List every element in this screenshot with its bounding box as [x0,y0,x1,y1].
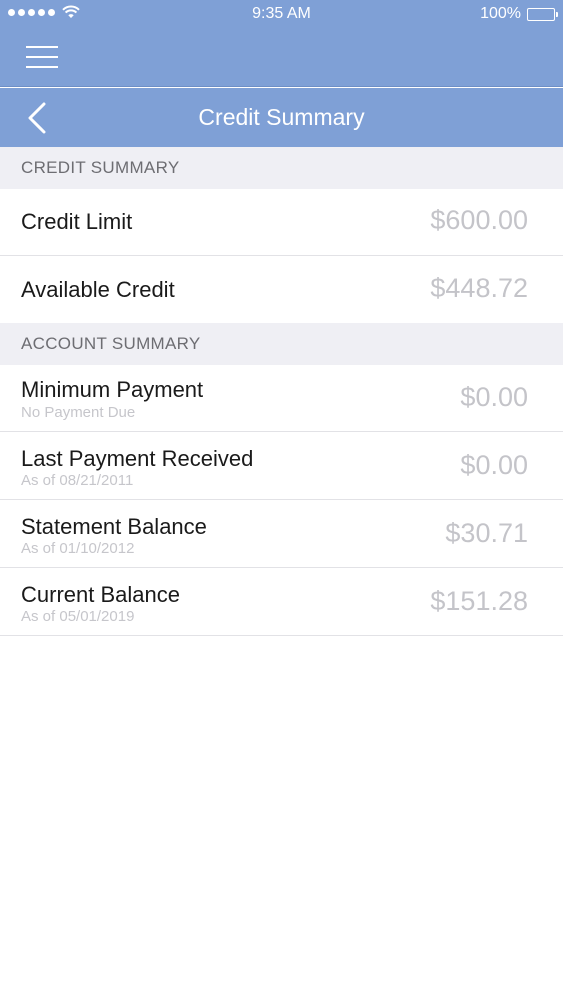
row-credit-limit[interactable]: Credit Limit $600.00 [0,189,563,256]
row-value: $0.00 [460,450,528,480]
row-minimum-payment[interactable]: Minimum Payment No Payment Due $0.00 [0,365,563,432]
row-value: $448.72 [430,273,528,303]
page-title: Credit Summary [198,104,365,130]
row-title: Statement Balance [21,514,207,539]
status-bar: 9:35 AM 100% [0,0,563,28]
section-header-account-summary: ACCOUNT SUMMARY [0,323,563,365]
row-subtitle: As of 05/01/2019 [21,608,135,625]
section-header-credit-summary: CREDIT SUMMARY [0,147,563,189]
row-value: $30.71 [445,518,528,548]
row-value: $600.00 [430,205,528,235]
row-last-payment-received[interactable]: Last Payment Received As of 08/21/2011 $… [0,432,563,500]
row-statement-balance[interactable]: Statement Balance As of 01/10/2012 $30.7… [0,500,563,568]
navigation-bar: Credit Summary [0,88,563,147]
row-subtitle: As of 08/21/2011 [21,472,134,489]
row-available-credit[interactable]: Available Credit $448.72 [0,256,563,323]
row-subtitle: As of 01/10/2012 [21,540,135,557]
app-menu-bar [0,28,563,87]
row-value: $151.28 [430,586,528,616]
row-title: Available Credit [21,277,175,302]
row-title: Current Balance [21,582,180,607]
battery-icon [527,7,558,21]
battery-percent: 100% [480,5,521,22]
row-title: Minimum Payment [21,377,204,402]
battery-status: 100% [480,5,558,23]
row-title: Credit Limit [21,209,133,234]
row-title: Last Payment Received [21,446,254,471]
row-subtitle: No Payment Due [21,404,136,421]
hamburger-menu-icon[interactable] [26,46,58,68]
status-time: 9:35 AM [252,5,311,22]
row-current-balance[interactable]: Current Balance As of 05/01/2019 $151.28 [0,568,563,636]
row-value: $0.00 [460,382,528,412]
